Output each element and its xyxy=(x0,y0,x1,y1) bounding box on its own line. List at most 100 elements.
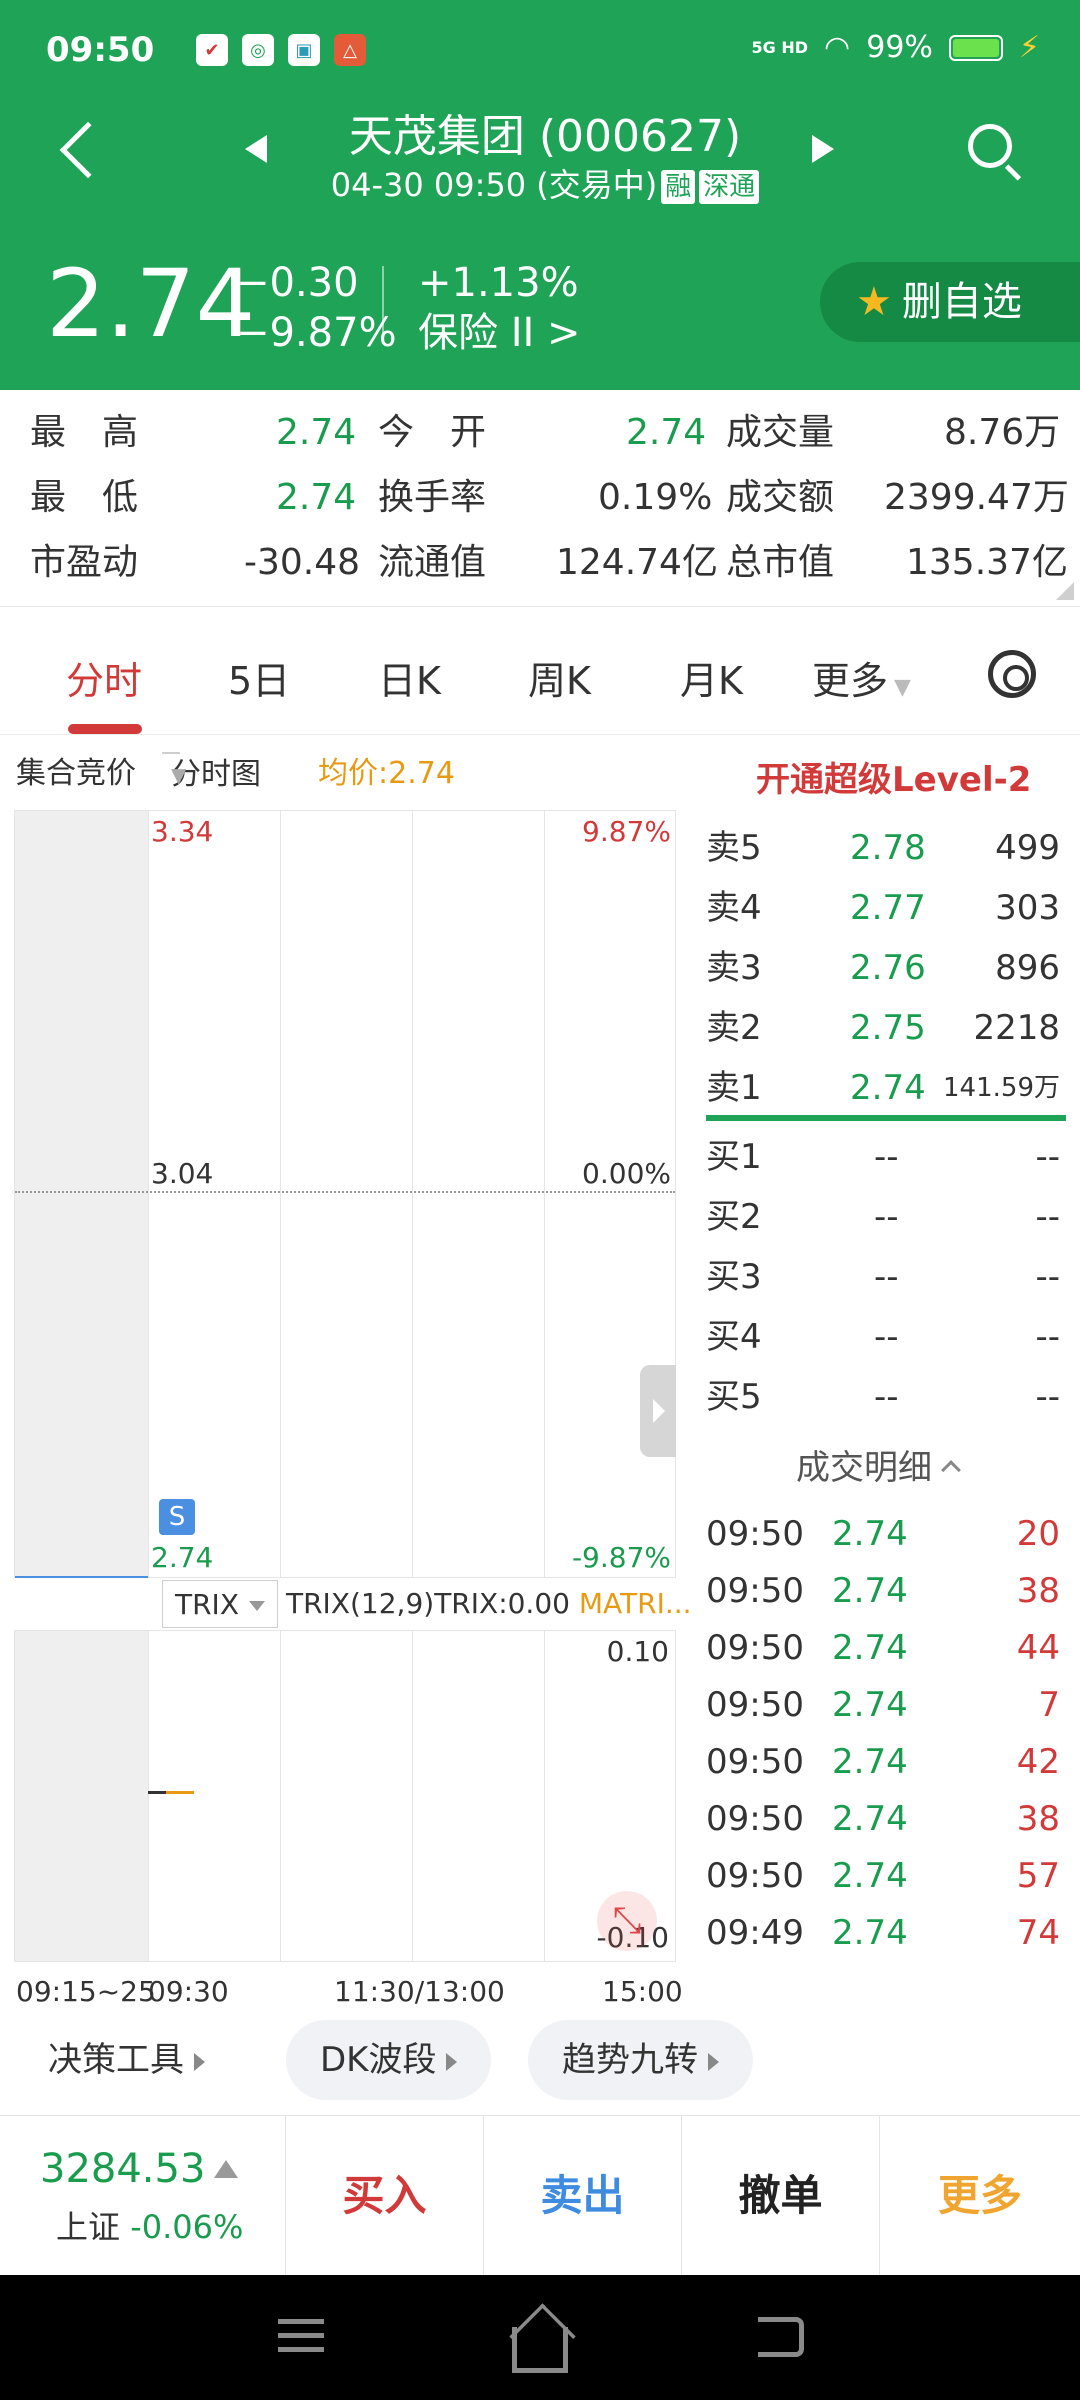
trade-time-status: 04-30 09:50 (交易中) xyxy=(330,166,658,204)
time-label: 11:30/13:00 xyxy=(334,1975,505,2008)
sector-name: 保险 II > xyxy=(418,310,581,356)
tab-daily-k[interactable]: 日K xyxy=(378,650,441,705)
trade-time: 09:50 xyxy=(706,1514,804,1554)
stock-header: 09:50 ✔ ◎ ▣ △ 5G HD ◠ 99% ⚡ 天茂集团 (000627… xyxy=(0,0,1080,390)
trade-time: 09:50 xyxy=(706,1799,804,1839)
trend-nine-button[interactable]: 趋势九转 xyxy=(528,2020,753,2100)
tab-intraday[interactable]: 分时 xyxy=(66,650,142,705)
change-amount: −0.30 xyxy=(236,260,359,306)
ask-volume: 141.59万 xyxy=(943,1073,1060,1103)
more-button[interactable]: 更多 xyxy=(880,2116,1080,2276)
sub-axis-top: 0.10 xyxy=(606,1635,669,1668)
gear-icon[interactable] xyxy=(988,650,1036,698)
price-line xyxy=(15,1576,148,1578)
bid-price: -- xyxy=(874,1257,899,1297)
index-name: 上证 -0.06% xyxy=(56,2202,243,2248)
average-price: 均价:2.74 xyxy=(318,756,455,791)
back-arrow-icon xyxy=(59,121,117,179)
next-stock-button[interactable] xyxy=(812,135,834,163)
indicator-chart[interactable]: 0.10 -0.10 ⤡ xyxy=(14,1630,676,1962)
bid-row[interactable]: 买3 -- -- xyxy=(706,1247,1066,1307)
sell-signal-badge[interactable]: S xyxy=(159,1499,195,1535)
previous-stock-button[interactable] xyxy=(245,135,267,163)
level2-upgrade-link[interactable]: 开通超级Level-2 xyxy=(756,752,1031,801)
expand-corner-icon[interactable] xyxy=(1056,582,1074,600)
trade-row[interactable]: 09:50 2.74 38 xyxy=(706,1563,1066,1619)
trade-row[interactable]: 09:49 2.74 74 xyxy=(706,1905,1066,1961)
bid-volume: -- xyxy=(1035,1317,1060,1357)
bid-row[interactable]: 买1 -- -- xyxy=(706,1127,1066,1187)
home-icon[interactable] xyxy=(512,2327,568,2373)
sell-button[interactable]: 卖出 xyxy=(484,2116,682,2276)
menu-icon[interactable] xyxy=(278,2319,324,2361)
index-name-label: 上证 xyxy=(56,2208,121,2246)
axis-bottom-price: 2.74 xyxy=(151,1541,214,1574)
chevron-down-icon: ▼ xyxy=(894,675,911,700)
trade-time: 09:50 xyxy=(706,1856,804,1896)
remove-favorite-button[interactable]: ★ 删自选 xyxy=(820,262,1080,342)
trade-volume: 38 xyxy=(1016,1799,1060,1839)
ask-level: 卖4 xyxy=(706,888,762,928)
trade-time: 09:49 xyxy=(706,1913,804,1953)
ask-price: 2.76 xyxy=(850,948,926,988)
bid-row[interactable]: 买4 -- -- xyxy=(706,1307,1066,1367)
auction-label: 集合竞价 xyxy=(16,756,136,791)
ask-row[interactable]: 卖4 2.77 303 xyxy=(706,878,1066,938)
status-time: 09:50 xyxy=(46,30,155,70)
index-ticker[interactable]: 3284.53 上证 -0.06% xyxy=(0,2116,286,2276)
stock-title: 天茂集团 (000627) xyxy=(348,111,742,162)
tool-label: DK波段 xyxy=(320,2040,437,2080)
back-button[interactable] xyxy=(58,120,117,180)
trix-signal-line xyxy=(148,1791,166,1794)
stat-float-value: 124.74亿 xyxy=(556,542,718,583)
back-icon[interactable] xyxy=(758,2317,804,2357)
decision-tools-button[interactable]: 决策工具 xyxy=(48,2020,205,2100)
trade-row[interactable]: 09:50 2.74 57 xyxy=(706,1848,1066,1904)
sector-link[interactable]: +1.13% 保险 II > xyxy=(418,258,581,358)
trade-price: 2.74 xyxy=(832,1913,908,1953)
ask-row[interactable]: 卖1 2.74 141.59万 xyxy=(706,1058,1066,1118)
tab-more[interactable]: 更多 ▼ xyxy=(812,650,911,705)
expand-panel-handle[interactable] xyxy=(640,1365,676,1457)
tab-5day[interactable]: 5日 xyxy=(228,650,290,705)
remove-favorite-label: 删自选 xyxy=(901,279,1022,325)
ask-row[interactable]: 卖5 2.78 499 xyxy=(706,818,1066,878)
fullscreen-icon[interactable]: ⤡ xyxy=(597,1891,657,1951)
trade-detail-label: 成交明细 xyxy=(796,1448,932,1488)
trade-row[interactable]: 09:50 2.74 42 xyxy=(706,1734,1066,1790)
trade-price: 2.74 xyxy=(832,1514,908,1554)
chart-notification-icon: ▣ xyxy=(288,34,320,66)
active-tab-indicator xyxy=(68,724,142,734)
battery-percent: 99% xyxy=(866,30,933,65)
tab-weekly-k[interactable]: 周K xyxy=(528,650,591,705)
buy-button[interactable]: 买入 xyxy=(286,2116,484,2276)
index-value: 3284.53 xyxy=(40,2146,206,2192)
tool-label: 决策工具 xyxy=(48,2040,184,2080)
ask-price: 2.78 xyxy=(850,828,926,868)
trade-price: 2.74 xyxy=(832,1799,908,1839)
dk-band-button[interactable]: DK波段 xyxy=(286,2020,492,2100)
trade-detail-toggle[interactable]: 成交明细 xyxy=(796,1440,961,1489)
trade-row[interactable]: 09:50 2.74 7 xyxy=(706,1677,1066,1733)
trade-row[interactable]: 09:50 2.74 20 xyxy=(706,1506,1066,1562)
stat-label: 市盈动 xyxy=(30,542,139,583)
chart-mode-select[interactable]: 分时图 ▼ xyxy=(162,752,261,792)
search-button[interactable] xyxy=(968,124,1022,181)
bid-volume: -- xyxy=(1035,1137,1060,1177)
ask-volume: 303 xyxy=(995,888,1060,928)
trade-row[interactable]: 09:50 2.74 38 xyxy=(706,1791,1066,1847)
axis-top-price: 3.34 xyxy=(151,815,214,848)
stat-label: 流通值 xyxy=(378,542,487,583)
trade-row[interactable]: 09:50 2.74 44 xyxy=(706,1620,1066,1676)
ask-level: 卖1 xyxy=(706,1068,762,1108)
cancel-order-button[interactable]: 撤单 xyxy=(682,2116,880,2276)
intraday-chart[interactable]: 3.34 9.87% 3.04 0.00% S 2.74 -9.87% xyxy=(14,810,676,1578)
ask-volume: 499 xyxy=(995,828,1060,868)
ask-row[interactable]: 卖2 2.75 2218 xyxy=(706,998,1066,1058)
ask-row[interactable]: 卖3 2.76 896 xyxy=(706,938,1066,998)
tab-monthly-k[interactable]: 月K xyxy=(680,650,743,705)
indicator-select[interactable]: TRIX xyxy=(162,1580,278,1628)
indicator-values: TRIX(12,9)TRIX:0.00 MATRI... xyxy=(286,1580,692,1628)
bid-row[interactable]: 买5 -- -- xyxy=(706,1367,1066,1427)
bid-row[interactable]: 买2 -- -- xyxy=(706,1187,1066,1247)
